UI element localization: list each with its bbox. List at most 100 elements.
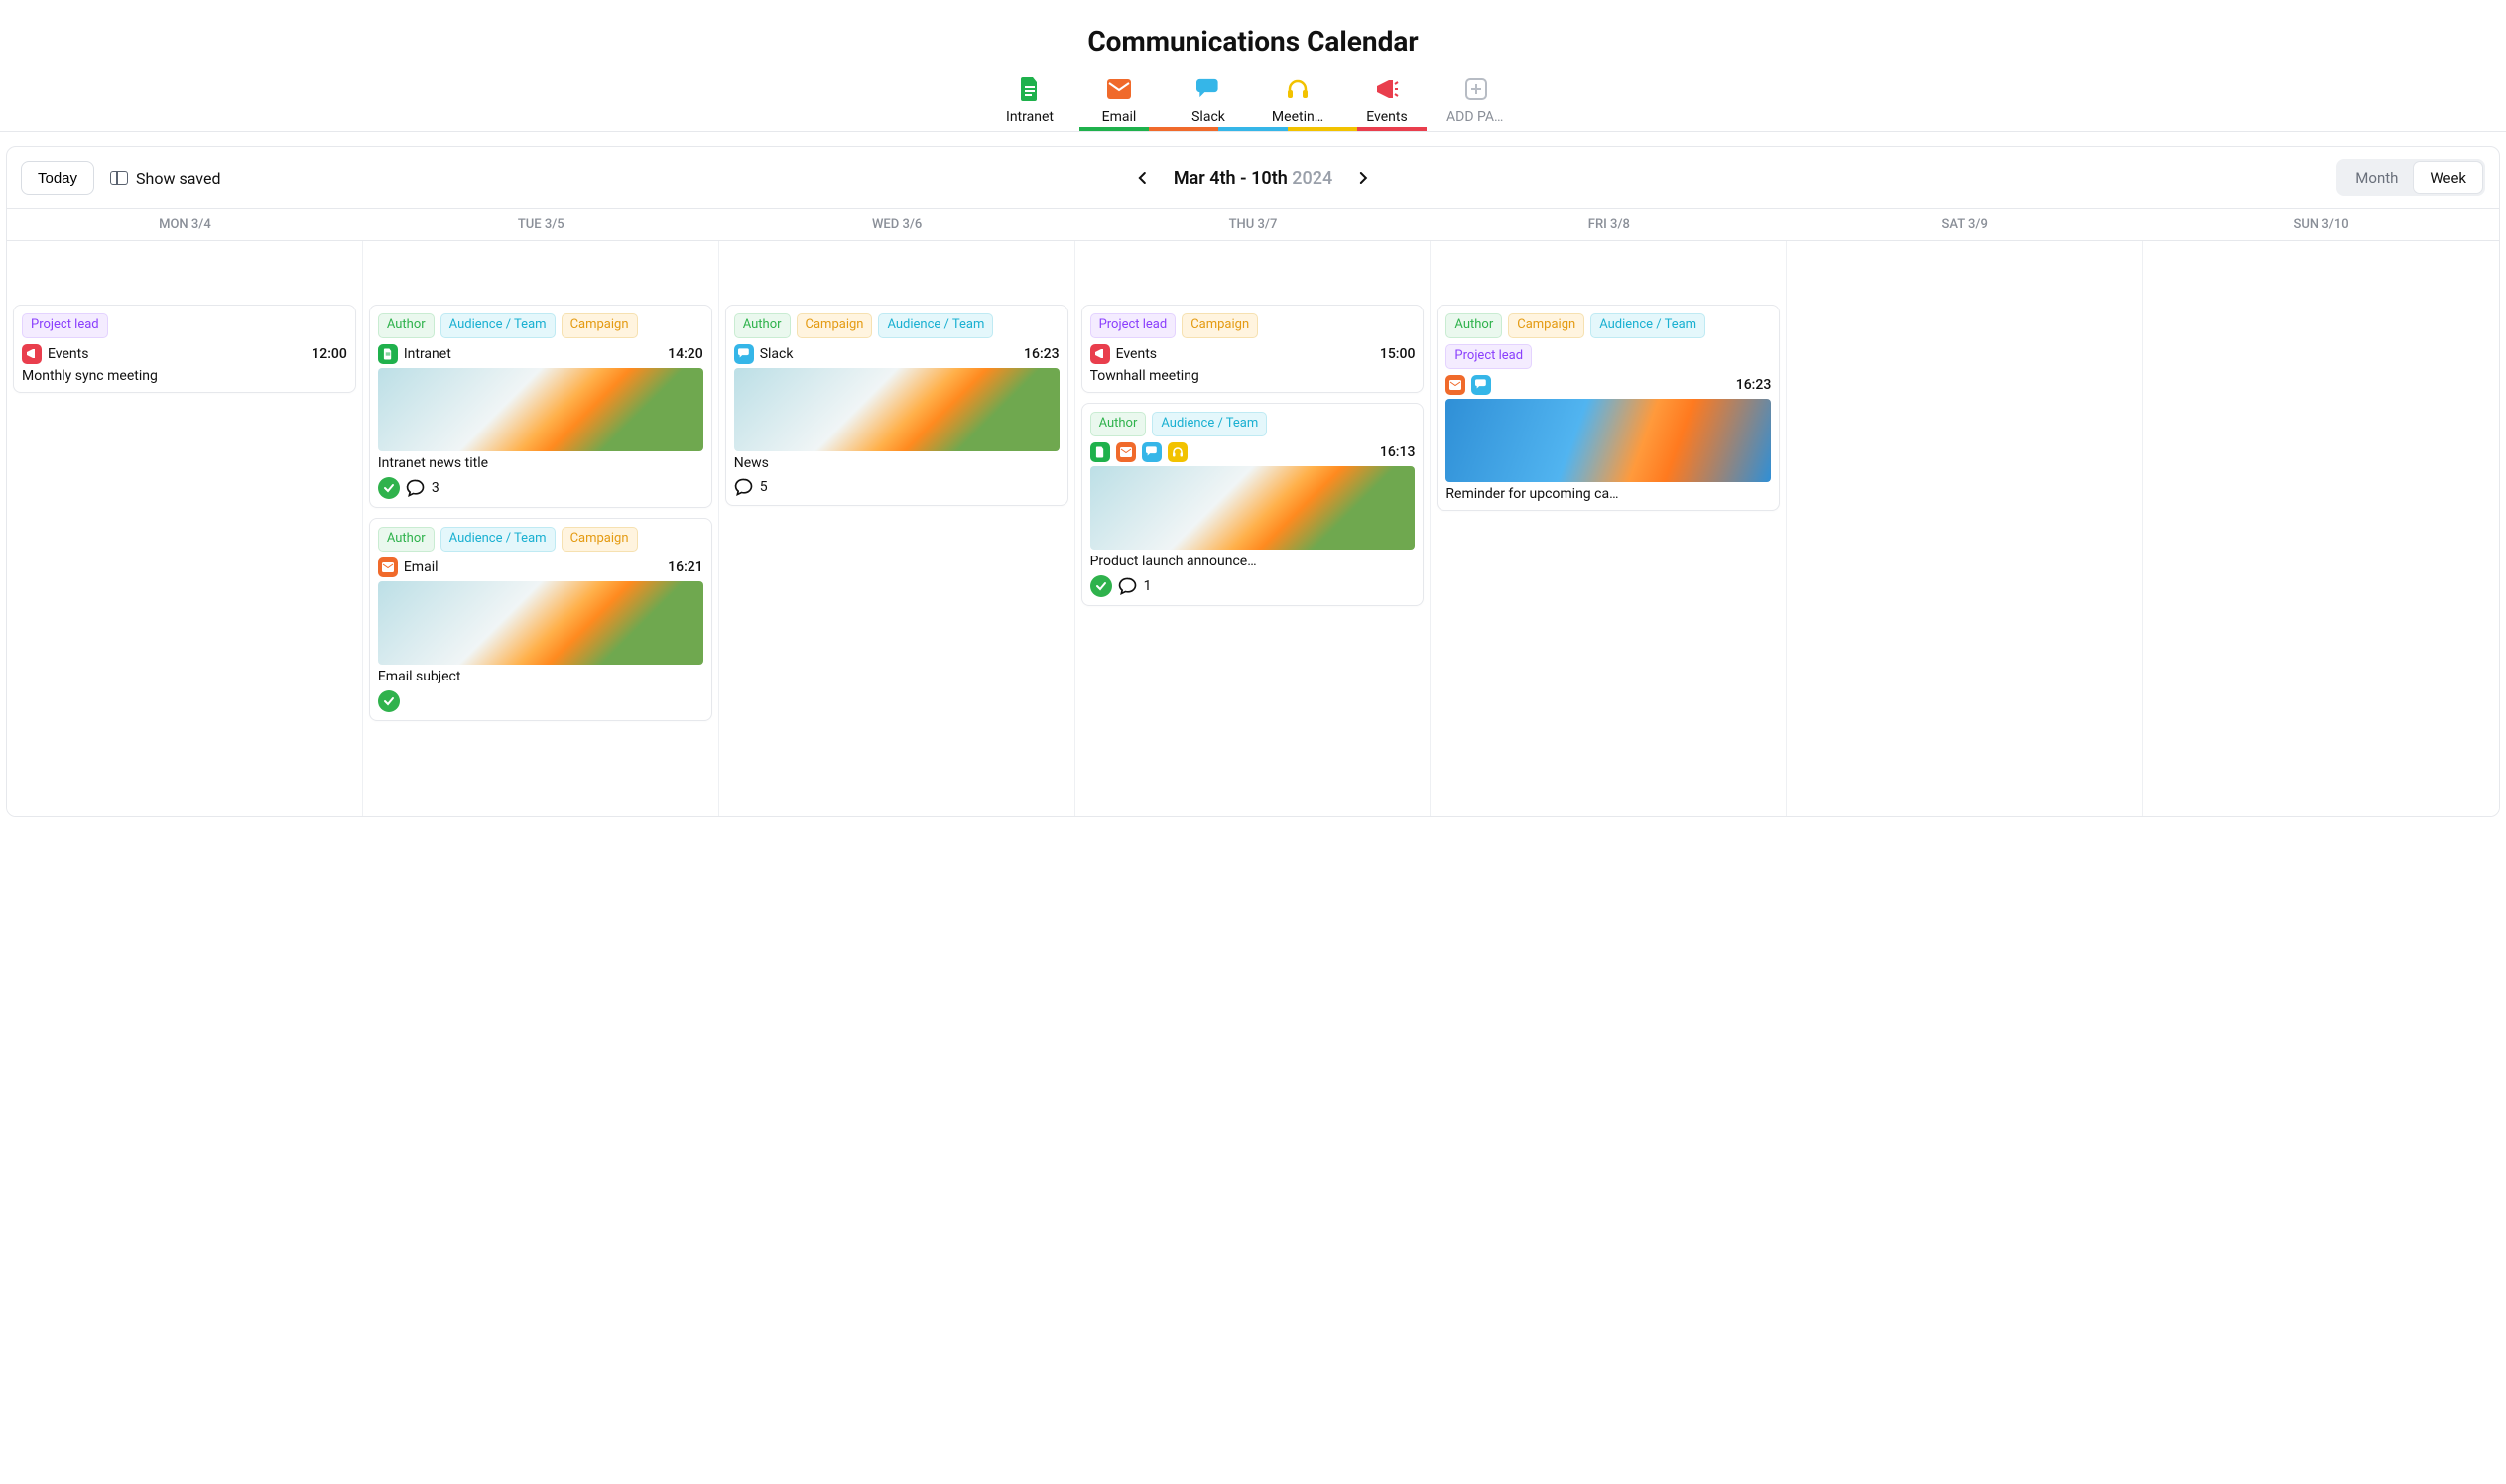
tag-author: Author — [1090, 412, 1147, 436]
envelope-icon — [1107, 77, 1131, 101]
page-title: Communications Calendar — [0, 25, 2506, 58]
tab-events[interactable]: Events — [1357, 77, 1417, 125]
view-month-option[interactable]: Month — [2339, 162, 2414, 193]
view-switch: Month Week — [2336, 159, 2485, 196]
comment-count: 1 — [1144, 578, 1152, 594]
card-thumbnail — [378, 368, 703, 451]
event-time: 15:00 — [1380, 346, 1416, 362]
tab-email[interactable]: Email — [1089, 77, 1149, 125]
day-header: WED 3/6 — [719, 209, 1075, 240]
headset-icon — [1168, 442, 1188, 462]
tab-add-pages[interactable]: ADD PAGES — [1446, 77, 1506, 125]
chat-bubble-icon — [734, 344, 754, 364]
comment-count: 3 — [432, 480, 439, 496]
comment-icon — [406, 478, 426, 498]
day-header: TUE 3/5 — [363, 209, 719, 240]
card-title: Townhall meeting — [1090, 368, 1416, 384]
comment-icon — [734, 477, 754, 497]
day-col-wed: Author Campaign Audience / Team Slack 16… — [719, 241, 1075, 816]
day-col-tue: Author Audience / Team Campaign Intranet… — [363, 241, 719, 816]
tag-project-lead: Project lead — [22, 313, 108, 338]
event-card[interactable]: Author Audience / Team Campaign Email 16… — [369, 518, 712, 721]
channel-label: Slack — [760, 346, 794, 362]
tab-label: Meetin… — [1272, 109, 1323, 125]
show-saved-toggle[interactable]: Show saved — [110, 169, 220, 187]
day-col-sat — [1787, 241, 2143, 816]
day-header: MON 3/4 — [7, 209, 363, 240]
card-title: Email subject — [378, 669, 703, 684]
channel-label: Intranet — [404, 346, 451, 362]
event-card[interactable]: Author Audience / Team — [1081, 403, 1425, 606]
tab-intranet[interactable]: Intranet — [1000, 77, 1060, 125]
event-time: 16:23 — [1736, 377, 1772, 393]
page-tabs: Intranet Email Slack Meetin… Events ADD … — [0, 77, 2506, 125]
envelope-icon — [1445, 375, 1465, 395]
card-title: Intranet news title — [378, 455, 703, 471]
card-title: Monthly sync meeting — [22, 368, 347, 384]
tab-slack[interactable]: Slack — [1179, 77, 1238, 125]
megaphone-icon — [22, 344, 42, 364]
tag-author: Author — [378, 527, 435, 552]
tag-project-lead: Project lead — [1090, 313, 1177, 338]
tag-author: Author — [378, 313, 435, 338]
document-icon — [1018, 77, 1042, 101]
day-header: SUN 3/10 — [2143, 209, 2499, 240]
day-headers: MON 3/4 TUE 3/5 WED 3/6 THU 3/7 FRI 3/8 … — [7, 209, 2499, 241]
tag-author: Author — [734, 313, 791, 338]
chat-bubble-icon — [1471, 375, 1491, 395]
date-range-year: 2024 — [1292, 168, 1332, 188]
today-button[interactable]: Today — [21, 161, 94, 195]
tag-audience: Audience / Team — [878, 313, 993, 338]
card-title: News — [734, 455, 1060, 471]
day-col-mon: Project lead Events 12:00 Monthly sync m… — [7, 241, 363, 816]
day-col-thu: Project lead Campaign Events 15:00 Townh… — [1075, 241, 1432, 816]
chat-bubble-icon — [1142, 442, 1162, 462]
date-range-main: Mar 4th - 10th — [1174, 168, 1288, 188]
tab-meetings[interactable]: Meetin… — [1268, 77, 1327, 125]
check-icon — [1090, 575, 1112, 597]
day-columns: Project lead Events 12:00 Monthly sync m… — [7, 241, 2499, 816]
tag-audience: Audience / Team — [1590, 313, 1705, 338]
megaphone-icon — [1375, 77, 1399, 101]
next-arrow-icon[interactable] — [1350, 167, 1376, 188]
document-icon — [1090, 442, 1110, 462]
tab-label: Events — [1366, 109, 1407, 125]
tab-label: Email — [1102, 109, 1137, 125]
tag-audience: Audience / Team — [1152, 412, 1267, 436]
event-card[interactable]: Author Audience / Team Campaign Intranet… — [369, 305, 712, 508]
envelope-icon — [1116, 442, 1136, 462]
tab-label: Intranet — [1006, 109, 1054, 125]
view-week-option[interactable]: Week — [2414, 162, 2482, 193]
channel-label: Events — [1116, 346, 1157, 362]
event-time: 16:13 — [1380, 444, 1416, 460]
tag-audience: Audience / Team — [440, 527, 556, 552]
tag-campaign: Campaign — [1508, 313, 1584, 338]
day-header: THU 3/7 — [1075, 209, 1432, 240]
event-time: 16:21 — [668, 559, 703, 575]
day-header: FRI 3/8 — [1431, 209, 1787, 240]
event-card[interactable]: Project lead Campaign Events 15:00 Townh… — [1081, 305, 1425, 393]
day-col-fri: Author Campaign Audience / Team Project … — [1431, 241, 1787, 816]
channel-label: Email — [404, 559, 439, 575]
panel-icon — [110, 171, 128, 185]
event-time: 14:20 — [668, 346, 703, 362]
card-thumbnail — [1445, 399, 1771, 482]
event-card[interactable]: Author Campaign Audience / Team Project … — [1437, 305, 1780, 511]
date-range: Mar 4th - 10th 2024 — [1174, 168, 1332, 188]
card-thumbnail — [734, 368, 1060, 451]
tag-campaign: Campaign — [1182, 313, 1258, 338]
check-icon — [378, 477, 400, 499]
channel-label: Events — [48, 346, 88, 362]
check-icon — [378, 690, 400, 712]
tab-label: ADD PAGES — [1446, 109, 1506, 125]
day-header: SAT 3/9 — [1787, 209, 2143, 240]
calendar-frame: Today Show saved Mar 4th - 10th 2024 Mon… — [6, 146, 2500, 817]
card-thumbnail — [378, 581, 703, 665]
show-saved-label: Show saved — [136, 169, 220, 187]
tag-campaign: Campaign — [562, 527, 638, 552]
tag-campaign: Campaign — [797, 313, 873, 338]
event-card[interactable]: Project lead Events 12:00 Monthly sync m… — [13, 305, 356, 393]
prev-arrow-icon[interactable] — [1130, 167, 1156, 188]
card-title: Product launch announce… — [1090, 554, 1416, 569]
event-card[interactable]: Author Campaign Audience / Team Slack 16… — [725, 305, 1068, 506]
